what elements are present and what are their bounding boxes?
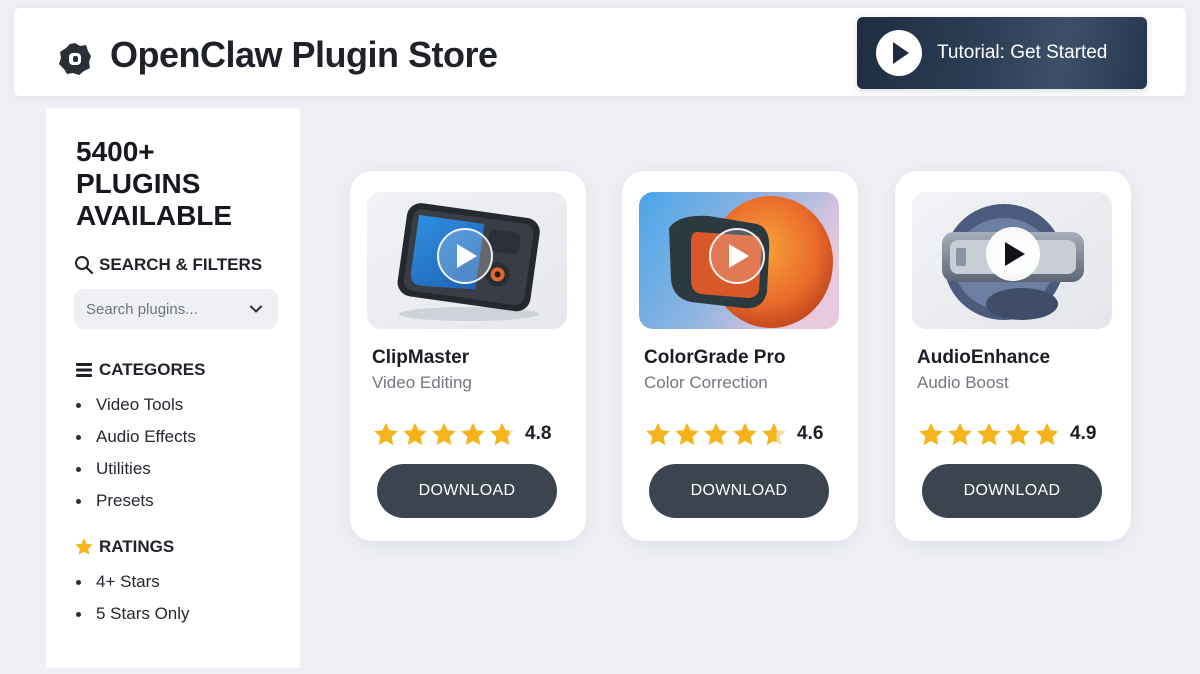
video-device-image[interactable]	[367, 192, 567, 329]
rating-filter-4-plus[interactable]: 4+ Stars	[74, 572, 190, 604]
vr-headset-image[interactable]	[639, 192, 839, 329]
plugin-card-audioenhance: AudioEnhance Audio Boost 4.9 DOWNLOAD	[895, 171, 1131, 541]
plugin-category: Video Editing	[372, 373, 472, 392]
openclaw-logo-icon	[59, 43, 91, 75]
star-icon	[432, 422, 456, 446]
category-item-presets[interactable]: Presets	[74, 491, 196, 523]
star-icon	[704, 422, 728, 446]
search-input[interactable]	[86, 297, 246, 321]
rating-stars: 4.9	[917, 421, 1096, 447]
list-icon	[76, 363, 92, 377]
tutorial-button[interactable]: Tutorial: Get Started	[857, 17, 1147, 89]
star-icon	[490, 422, 514, 446]
plugin-card-clipmaster: ClipMaster Video Editing 4.8 DOWNLOAD	[350, 171, 586, 541]
star-icon	[403, 422, 427, 446]
category-item-video-tools[interactable]: Video Tools	[74, 395, 196, 427]
ratings-heading: RATINGS	[74, 537, 174, 557]
star-icon	[919, 422, 943, 446]
app-title: OpenClaw Plugin Store	[110, 34, 498, 75]
rating-stars: 4.8	[372, 421, 551, 447]
download-button[interactable]: DOWNLOAD	[649, 464, 829, 518]
star-icon	[762, 422, 786, 446]
plugins-count-heading: 5400+ PLUGINS AVAILABLE	[76, 136, 276, 232]
rating-stars: 4.6	[644, 421, 823, 447]
plugin-category: Audio Boost	[917, 373, 1009, 392]
search-filters-heading: SEARCH & FILTERS	[74, 255, 262, 275]
filter-sidebar: 5400+ PLUGINS AVAILABLE SEARCH & FILTERS…	[46, 108, 300, 668]
play-icon	[876, 30, 922, 76]
rating-value: 4.9	[1070, 423, 1097, 444]
plugin-name[interactable]: AudioEnhance	[917, 347, 1050, 369]
search-dropdown[interactable]	[74, 289, 278, 329]
category-item-audio-effects[interactable]: Audio Effects	[74, 427, 196, 459]
plugin-name[interactable]: ColorGrade Pro	[644, 347, 785, 369]
categories-heading: CATEGORES	[74, 360, 205, 380]
plugins-count-line: AVAILABLE	[76, 200, 233, 231]
headset-image[interactable]	[912, 192, 1112, 329]
plugins-count-line: 5400+	[76, 136, 155, 167]
star-icon	[646, 422, 670, 446]
download-button[interactable]: DOWNLOAD	[922, 464, 1102, 518]
ratings-list: 4+ Stars 5 Stars Only	[74, 572, 190, 636]
tutorial-label: Tutorial: Get Started	[937, 42, 1108, 63]
star-icon	[948, 422, 972, 446]
categories-label: CATEGORES	[99, 360, 206, 379]
categories-list: Video Tools Audio Effects Utilities Pres…	[74, 395, 196, 523]
plugin-category: Color Correction	[644, 373, 768, 392]
star-icon	[461, 422, 485, 446]
plugins-count-line: PLUGINS	[76, 168, 201, 199]
plugin-card-colorgrade-pro: ColorGrade Pro Color Correction 4.6 DOWN…	[622, 171, 858, 541]
search-icon	[75, 256, 94, 275]
star-icon	[1006, 422, 1030, 446]
rating-value: 4.8	[525, 423, 552, 444]
star-icon	[1035, 422, 1059, 446]
plugin-name[interactable]: ClipMaster	[372, 347, 469, 369]
star-icon	[977, 422, 1001, 446]
star-icon	[374, 422, 398, 446]
star-icon	[733, 422, 757, 446]
ratings-label: RATINGS	[99, 537, 175, 556]
chevron-down-icon[interactable]	[248, 301, 264, 317]
download-button[interactable]: DOWNLOAD	[377, 464, 557, 518]
search-filters-label: SEARCH & FILTERS	[99, 255, 263, 274]
rating-filter-5-only[interactable]: 5 Stars Only	[74, 604, 190, 636]
category-item-utilities[interactable]: Utilities	[74, 459, 196, 491]
star-icon	[75, 538, 93, 555]
star-icon	[675, 422, 699, 446]
rating-value: 4.6	[797, 423, 824, 444]
